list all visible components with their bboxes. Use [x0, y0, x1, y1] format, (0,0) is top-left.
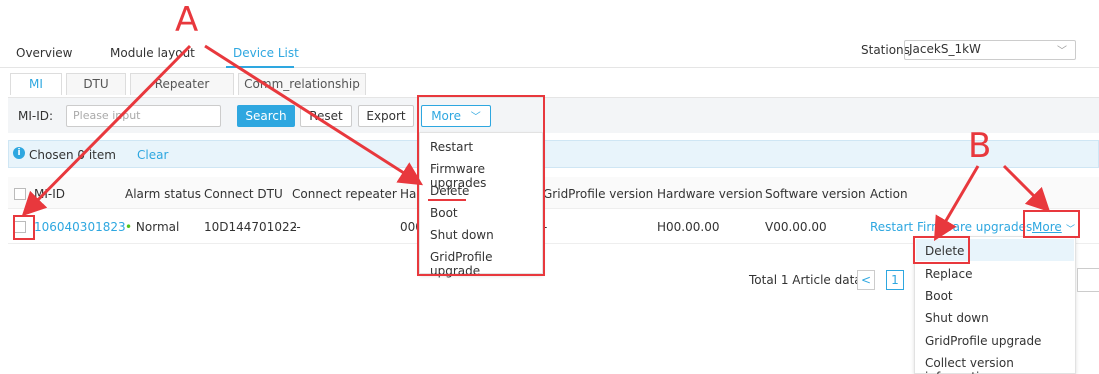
annotation-arrows: [21, 44, 1051, 242]
arrow-a-to-checkbox: [21, 44, 192, 217]
arrow-b-to-more: [1002, 164, 1051, 213]
arrow-a-to-delete: [204, 44, 424, 186]
arrow-b-to-delete: [933, 165, 980, 242]
